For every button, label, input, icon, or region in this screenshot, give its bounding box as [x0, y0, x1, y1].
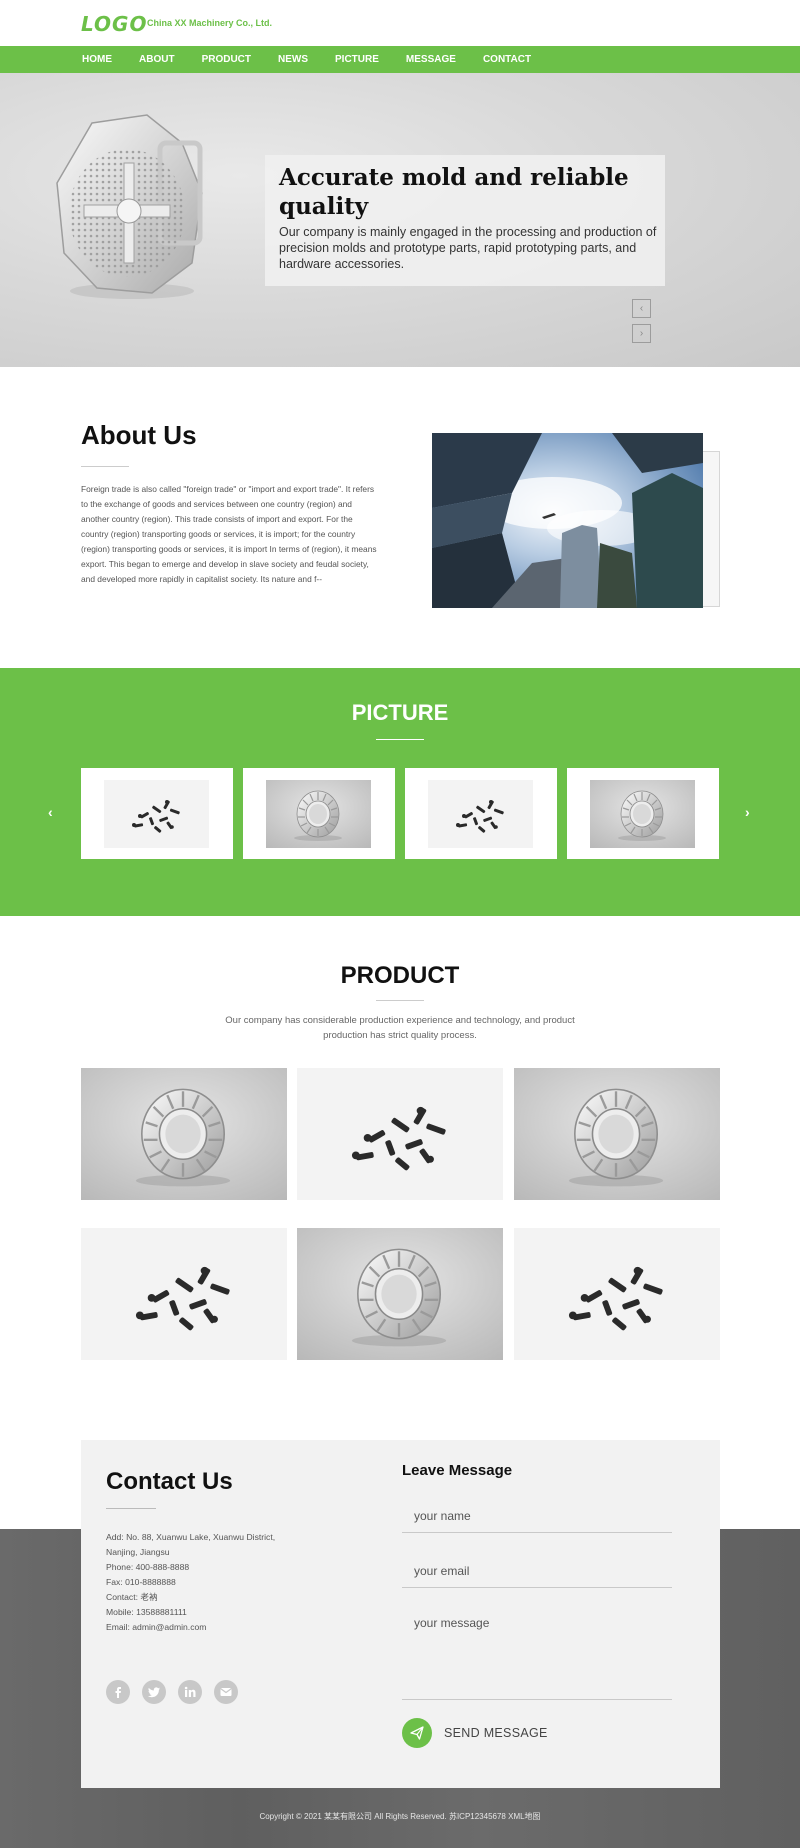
linkedin-icon[interactable]	[178, 1680, 202, 1704]
product-item-ring[interactable]	[81, 1068, 287, 1200]
nav-item-message[interactable]: MESSAGE	[406, 46, 456, 73]
contact-person: Contact: 老衲	[106, 1592, 158, 1602]
ring-image	[590, 780, 695, 848]
about-divider	[81, 466, 129, 467]
banner-title: Accurate mold and reliable quality	[279, 164, 629, 220]
picture-next-arrow[interactable]: ›	[745, 804, 750, 820]
nav-item-contact[interactable]: CONTACT	[483, 46, 531, 73]
screws-image	[104, 780, 209, 848]
send-icon	[402, 1718, 432, 1748]
about-title: About Us	[81, 420, 197, 450]
product-item-ring[interactable]	[297, 1228, 503, 1360]
contact-email: Email: admin@admin.com	[106, 1622, 207, 1632]
copyright: Copyright © 2021 某某有限公司 All Rights Reser…	[259, 1812, 541, 1821]
company-name: China XX Machinery Co., Ltd.	[147, 18, 273, 28]
nav-item-product[interactable]: PRODUCT	[202, 46, 251, 73]
picture-card-ring[interactable]	[567, 768, 719, 859]
nav-item-picture[interactable]: PICTURE	[335, 46, 379, 73]
ring-image	[266, 780, 371, 848]
product-item-ring[interactable]	[514, 1068, 720, 1200]
main-nav: HOME ABOUT PRODUCT NEWS PICTURE MESSAGE …	[0, 46, 800, 73]
header: LOGO China XX Machinery Co., Ltd.	[0, 0, 800, 46]
picture-card-ring[interactable]	[243, 768, 395, 859]
banner-text: Our company is mainly engaged in the pro…	[279, 225, 657, 271]
hero-banner: Accurate mold and reliable quality Our c…	[0, 73, 800, 367]
nav-item-about[interactable]: ABOUT	[139, 46, 175, 73]
banner-next-button[interactable]: ›	[632, 324, 651, 343]
product-divider	[376, 1000, 424, 1001]
contact-box: Contact Us Add: No. 88, Xuanwu Lake, Xua…	[81, 1440, 720, 1788]
name-field[interactable]	[402, 1500, 672, 1533]
product-title: PRODUCT	[340, 962, 460, 989]
twitter-icon[interactable]	[142, 1680, 166, 1704]
screws-image	[428, 780, 533, 848]
banner-mold-part-image	[56, 114, 203, 299]
picture-card-screws[interactable]	[405, 768, 557, 859]
banner-prev-button[interactable]: ‹	[632, 299, 651, 318]
picture-card-screws[interactable]	[81, 768, 233, 859]
about-text: Foreign trade is also called "foreign tr…	[81, 484, 377, 584]
picture-section: PICTURE ‹ ›	[0, 668, 800, 916]
contact-title: Contact Us	[106, 1468, 233, 1495]
nav-item-news[interactable]: NEWS	[278, 46, 308, 73]
picture-title: PICTURE	[351, 700, 449, 725]
email-field[interactable]	[402, 1555, 672, 1588]
picture-prev-arrow[interactable]: ‹	[48, 804, 53, 820]
send-message-label: SEND MESSAGE	[444, 1726, 548, 1740]
banner-caption: Accurate mold and reliable quality Our c…	[265, 155, 665, 286]
logo[interactable]: LOGO	[81, 12, 147, 36]
facebook-icon[interactable]	[106, 1680, 130, 1704]
contact-info: Add: No. 88, Xuanwu Lake, Xuanwu Distric…	[106, 1530, 306, 1635]
product-item-screws[interactable]	[514, 1228, 720, 1360]
about-skyscraper-image	[432, 433, 703, 608]
product-item-screws[interactable]	[297, 1068, 503, 1200]
product-description: Our company has considerable production …	[225, 1015, 575, 1041]
nav-item-home[interactable]: HOME	[82, 46, 112, 73]
mail-icon[interactable]	[214, 1680, 238, 1704]
contact-address: Add: No. 88, Xuanwu Lake, Xuanwu Distric…	[106, 1532, 276, 1557]
contact-mobile: Mobile: 13588881111	[106, 1607, 187, 1617]
contact-fax: Fax: 010-8888888	[106, 1577, 176, 1587]
leave-message-title: Leave Message	[402, 1462, 513, 1479]
contact-divider	[106, 1508, 156, 1509]
message-field[interactable]	[402, 1606, 672, 1700]
contact-phone: Phone: 400-888-8888	[106, 1562, 190, 1572]
picture-divider	[376, 739, 424, 740]
product-item-screws[interactable]	[81, 1228, 287, 1360]
send-message-button[interactable]: SEND MESSAGE	[402, 1718, 548, 1748]
